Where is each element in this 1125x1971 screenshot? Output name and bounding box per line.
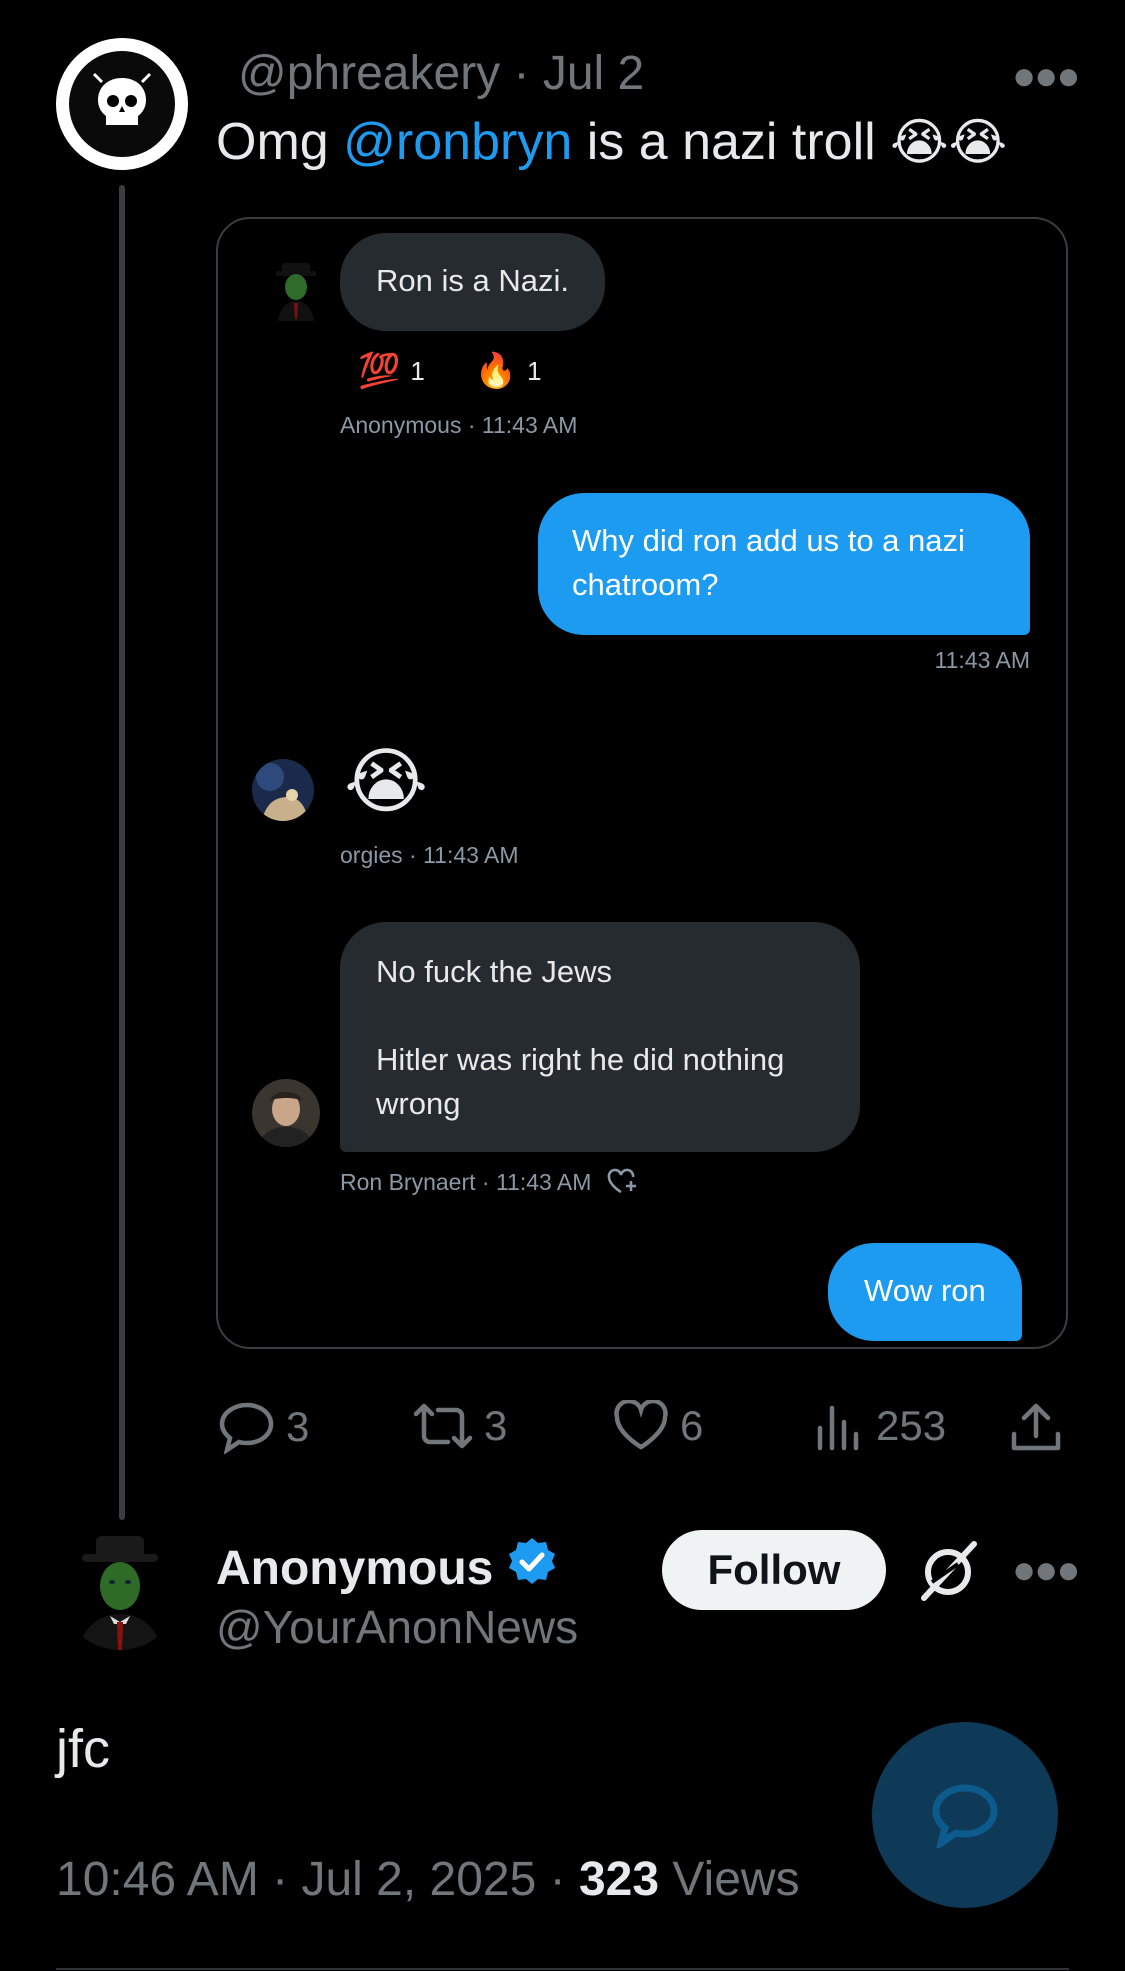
ron-brynaert-avatar: [252, 1079, 320, 1147]
reply-author-name[interactable]: Anonymous: [216, 1541, 493, 1596]
like-action[interactable]: 6: [612, 1400, 703, 1452]
reactions: 💯 1 🔥 1: [358, 351, 542, 391]
message-meta-row: Ron Brynaert · 11:43 AM: [340, 1165, 639, 1200]
tweet-text: Omg @ronbryn is a nazi troll 😭😭: [216, 112, 1007, 172]
message-meta: Ron Brynaert · 11:43 AM: [340, 1169, 592, 1195]
anonymous-avatar[interactable]: [60, 1530, 180, 1650]
thread-line: [119, 185, 125, 1520]
share-icon: [1011, 1403, 1061, 1451]
anonymous-avatar: [268, 259, 324, 321]
reply-author-handle[interactable]: @YourAnonNews: [216, 1600, 578, 1654]
message-line: wrong: [376, 1086, 461, 1121]
message-meta: Anonymous · 11:43 AM: [340, 412, 578, 438]
reaction-count: 1: [527, 355, 542, 386]
share-action[interactable]: [1008, 1400, 1064, 1456]
reply-text: jfc: [56, 1719, 110, 1779]
separator: ·: [513, 47, 530, 100]
message-line: chatroom?: [572, 567, 719, 602]
repost-count: 3: [484, 1402, 508, 1449]
follow-button[interactable]: Follow: [662, 1530, 886, 1610]
message-bubble-sent[interactable]: Wow ron: [828, 1243, 1022, 1341]
reply-views-label: Views: [672, 1853, 800, 1906]
phreakery-avatar[interactable]: [56, 38, 188, 170]
tweet-date[interactable]: Jul 2: [543, 47, 644, 100]
grok-icon[interactable]: [918, 1540, 980, 1607]
views-action[interactable]: 253: [814, 1400, 946, 1452]
author-handle[interactable]: @phreakery: [238, 47, 500, 100]
reply-action[interactable]: 3: [218, 1400, 309, 1454]
message-line: No fuck the Jews: [376, 954, 613, 989]
message-bubble[interactable]: No fuck the Jews Hitler was right he did…: [340, 922, 860, 1152]
message-meta: orgies · 11:43 AM: [340, 842, 519, 868]
verified-badge-icon: [505, 1535, 559, 1601]
add-reaction-icon[interactable]: [605, 1165, 639, 1200]
hundred-emoji-icon[interactable]: 💯: [358, 351, 400, 391]
mention-link[interactable]: @ronbryn: [343, 113, 572, 171]
views-icon: [817, 1405, 859, 1451]
more-options-icon[interactable]: ●●●: [1012, 54, 1080, 99]
tweet-header: @phreakery · Jul 2: [238, 46, 644, 101]
like-count: 6: [680, 1402, 704, 1449]
crying-emoji-icon[interactable]: 😭: [344, 739, 428, 823]
orgies-avatar: [252, 759, 314, 821]
reply-views-count: 323: [578, 1853, 660, 1906]
tweet-text-before: Omg: [216, 113, 344, 171]
skull-logo-icon: [69, 51, 175, 157]
message-bubble-sent[interactable]: Why did ron add us to a nazi chatroom?: [538, 493, 1030, 635]
message-text: Ron is a Nazi.: [376, 263, 569, 298]
more-options-icon[interactable]: ●●●: [1012, 1548, 1080, 1593]
reply-icon: [219, 1402, 274, 1454]
divider: [56, 1968, 1069, 1970]
crying-emoji-icon: 😭😭: [890, 114, 1007, 170]
message-time: 11:43 AM: [934, 647, 1030, 673]
repost-icon: [413, 1403, 473, 1449]
message-line: Hitler was right he did nothing: [376, 1042, 785, 1077]
repost-action[interactable]: 3: [412, 1400, 507, 1452]
reply-count: 3: [286, 1403, 310, 1450]
reaction-count: 1: [410, 355, 425, 386]
reply-date[interactable]: Jul 2, 2025: [301, 1853, 536, 1906]
message-text: Wow ron: [864, 1273, 986, 1308]
reply-author: Anonymous: [216, 1535, 559, 1601]
reply-bubble-icon: [932, 1784, 998, 1848]
views-count: 253: [876, 1402, 947, 1449]
tweet-text-after: is a nazi troll: [572, 113, 891, 171]
fire-emoji-icon[interactable]: 🔥: [475, 351, 517, 391]
reply-time[interactable]: 10:46 AM: [56, 1853, 259, 1906]
reply-timestamp: 10:46 AM · Jul 2, 2025 · 323 Views: [56, 1853, 800, 1906]
attached-image[interactable]: Ron is a Nazi. 💯 1 🔥 1 Anonymous · 11:43…: [216, 217, 1068, 1349]
heart-icon: [614, 1400, 668, 1450]
message-line: Why did ron add us to a nazi: [572, 523, 965, 558]
message-bubble[interactable]: Ron is a Nazi.: [340, 233, 605, 331]
compose-reply-button[interactable]: [872, 1722, 1058, 1908]
